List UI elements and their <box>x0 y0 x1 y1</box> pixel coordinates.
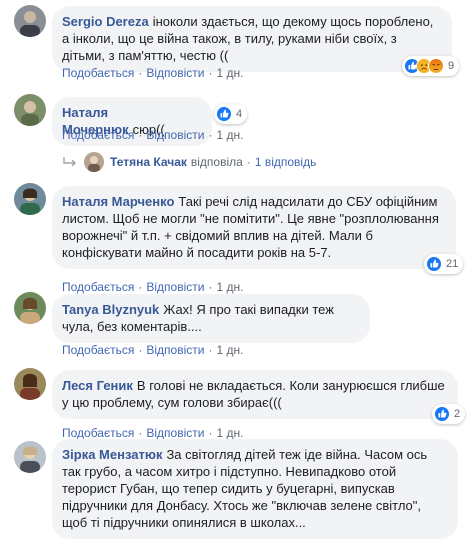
comment-author[interactable]: Наталя Марченко <box>62 194 174 209</box>
separator: · <box>208 343 213 357</box>
comment-bubble: Зірка Мензатюк За світогляд дітей теж іде… <box>52 439 458 539</box>
reaction-summary[interactable]: 4 <box>214 104 248 124</box>
separator: · <box>208 66 213 80</box>
comment-actions: Подобається · Відповісти · 1 дн. <box>62 343 243 358</box>
separator: · <box>138 426 143 440</box>
comment-time[interactable]: 1 дн. <box>216 343 243 357</box>
separator: · <box>208 128 213 142</box>
avatar[interactable] <box>14 368 46 400</box>
reply-action-text: відповіла <box>190 155 243 169</box>
reaction-count: 4 <box>236 108 243 120</box>
comment-author[interactable]: Tanya Blyznyuk <box>62 302 159 317</box>
like-button[interactable]: Подобається <box>62 66 134 80</box>
reaction-count: 2 <box>454 408 461 420</box>
comment-actions: Подобається · Відповісти · 1 дн. <box>62 128 243 143</box>
comment-actions: Подобається · Відповісти · 1 дн. <box>62 280 243 295</box>
like-button[interactable]: Подобається <box>62 280 134 294</box>
reply-button[interactable]: Відповісти <box>146 280 204 294</box>
comment-author[interactable]: Зірка Мензатюк <box>62 447 162 462</box>
avatar[interactable] <box>14 441 46 473</box>
separator: · <box>246 155 251 169</box>
avatar[interactable] <box>14 94 46 126</box>
like-icon <box>434 406 450 422</box>
like-icon <box>216 106 232 122</box>
separator: · <box>138 343 143 357</box>
separator: · <box>138 66 143 80</box>
reaction-summary[interactable]: 9 <box>402 56 460 76</box>
separator: · <box>208 426 213 440</box>
avatar[interactable] <box>14 183 46 215</box>
reply-button[interactable]: Відповісти <box>146 426 204 440</box>
comment-bubble: Наталя Марченко Такі речі слід надсилати … <box>52 186 456 269</box>
reply-author-avatar <box>84 152 104 172</box>
comment-bubble: Tanya Blyznyuk Жах! Я про такі випадки те… <box>52 294 370 343</box>
like-icon <box>426 256 442 272</box>
like-button[interactable]: Подобається <box>62 128 134 142</box>
comment-author[interactable]: Sergio Dereza <box>62 14 149 29</box>
reply-author[interactable]: Тетяна Качак <box>110 155 187 169</box>
reply-button[interactable]: Відповісти <box>146 66 204 80</box>
reply-button[interactable]: Відповісти <box>146 343 204 357</box>
separator: · <box>208 280 213 294</box>
comment-time[interactable]: 1 дн. <box>216 66 243 80</box>
comment-actions: Подобається · Відповісти · 1 дн. <box>62 66 243 81</box>
comment-time[interactable]: 1 дн. <box>216 280 243 294</box>
reaction-summary[interactable]: 21 <box>424 254 464 274</box>
avatar[interactable] <box>14 5 46 37</box>
angry-icon <box>428 58 444 74</box>
comment-time[interactable]: 1 дн. <box>216 128 243 142</box>
replies-summary[interactable]: Тетяна Качак відповіла · 1 відповідь <box>62 152 316 172</box>
avatar[interactable] <box>14 292 46 324</box>
comment-author[interactable]: Леся Геник <box>62 378 133 393</box>
reply-arrow-icon <box>63 157 76 167</box>
separator: · <box>138 280 143 294</box>
comment-bubble: Sergio Dereza іноколи здається, що декому… <box>52 6 452 72</box>
like-button[interactable]: Подобається <box>62 343 134 357</box>
view-replies-link[interactable]: 1 відповідь <box>255 155 317 169</box>
comment-bubble: Леся Геник В голові не вкладається. Коли … <box>52 370 458 419</box>
separator: · <box>138 128 143 142</box>
reaction-summary[interactable]: 2 <box>432 404 466 424</box>
comment-time[interactable]: 1 дн. <box>216 426 243 440</box>
reaction-count: 9 <box>448 60 455 72</box>
reaction-count: 21 <box>446 258 459 270</box>
reply-button[interactable]: Відповісти <box>146 128 204 142</box>
like-button[interactable]: Подобається <box>62 426 134 440</box>
